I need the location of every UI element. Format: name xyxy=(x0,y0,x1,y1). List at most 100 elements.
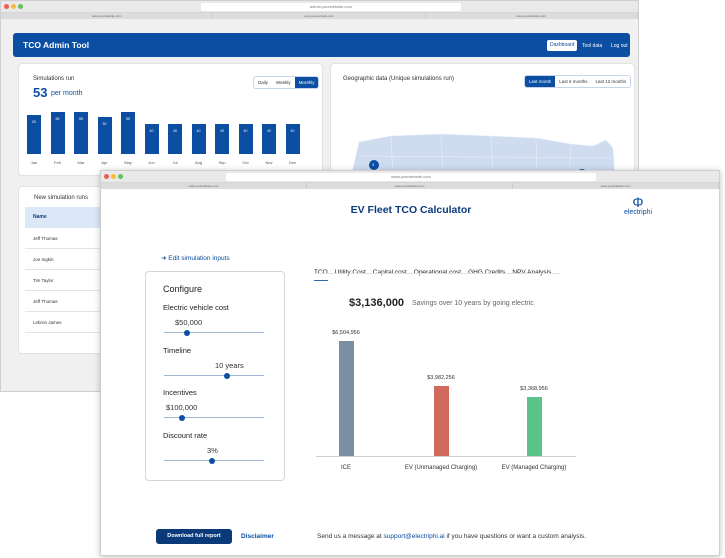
admin-tab-strip: www.yourwebsite.com www.yourwebsite.com … xyxy=(1,13,638,19)
slider-knob[interactable] xyxy=(179,414,185,421)
admin-header: TCO Admin Tool Dashboard Tool data Log o… xyxy=(13,33,630,57)
tab-operational-cost[interactable]: Operational cost xyxy=(414,269,461,280)
savings-amount: $3,136,000 xyxy=(349,297,405,309)
minimize-dot-icon[interactable] xyxy=(11,4,16,9)
simulations-title: Simulations run xyxy=(33,76,75,82)
sim-month-label: Jan xyxy=(30,160,38,165)
simulations-unit: per month xyxy=(51,90,83,97)
chart-baseline xyxy=(316,456,576,457)
tab-tco[interactable]: TCO xyxy=(314,269,328,281)
tco-category-label: EV (Unmanaged Charging) xyxy=(404,465,478,471)
tco-value-label: $6,504,956 xyxy=(332,330,360,337)
tco-bar[interactable] xyxy=(338,341,354,456)
admin-address-bar[interactable]: admin.yourwebsite.com xyxy=(201,3,461,11)
tco-bar[interactable] xyxy=(433,385,449,456)
us-map xyxy=(351,133,616,175)
tab-ghg-credits[interactable]: GHG Credits xyxy=(468,269,505,280)
browser-tab[interactable]: www.yourwebsite.com xyxy=(513,183,719,189)
sim-bar-dec: 40 xyxy=(285,124,300,154)
results-tabs: TCO Utility Cost Capital cost Operational c… xyxy=(314,261,574,281)
field-value-incentives: $100,000 xyxy=(166,403,198,412)
sim-month-label: Apr xyxy=(101,160,108,165)
sim-bar-oct: 40 xyxy=(238,124,253,154)
tab-capital-cost[interactable]: Capital cost xyxy=(373,269,407,280)
browser-tab[interactable]: www.yourwebsite.com xyxy=(1,13,214,19)
logo-text: electriphi xyxy=(623,209,652,216)
tab-utility-cost[interactable]: Utility Cost xyxy=(335,269,366,280)
footer-message: Send us a message at support@electriphi.… xyxy=(317,533,586,540)
close-dot-icon[interactable] xyxy=(104,174,109,179)
sim-bar-apr: 30 xyxy=(97,117,112,154)
slider-discount-rate[interactable] xyxy=(164,457,264,464)
configure-heading: Configure xyxy=(163,284,203,294)
sim-month-label: Jul xyxy=(172,160,178,165)
support-email-link[interactable]: support@electriphi.ai xyxy=(384,533,445,540)
minimize-dot-icon[interactable] xyxy=(111,174,116,179)
toggle-monthly[interactable]: Monthly xyxy=(294,77,319,88)
browser-tab[interactable]: www.yourwebsite.com xyxy=(307,183,513,189)
sim-bar-jun: 40 xyxy=(144,124,159,154)
sim-bar-mar: 55 xyxy=(74,112,88,154)
toggle-daily[interactable]: Daily xyxy=(254,77,272,88)
browser-tab[interactable]: www.yourwebsite.com xyxy=(213,13,426,19)
nav-dashboard-button[interactable]: Dashboard xyxy=(547,40,578,51)
sim-month-label: Feb xyxy=(54,160,61,165)
disclaimer-link[interactable]: Disclaimer xyxy=(241,533,274,540)
phi-logo-icon: Φ xyxy=(632,194,644,210)
field-value-ev-cost: $50,000 xyxy=(175,318,203,327)
slider-timeline[interactable] xyxy=(164,372,264,379)
slider-knob[interactable] xyxy=(184,329,190,336)
simulations-value: 53 xyxy=(33,85,48,100)
electriphi-logo[interactable]: Φ electriphi xyxy=(613,195,663,216)
browser-tab[interactable]: www.yourwebsite.com xyxy=(101,183,307,189)
maximize-dot-icon[interactable] xyxy=(118,174,123,179)
edit-simulation-label: Edit simulation inputs xyxy=(168,255,230,262)
slider-knob[interactable] xyxy=(209,457,215,464)
configure-panel: Configure Electric vehicle cost $50,000 … xyxy=(145,271,285,481)
tco-value-label: $3,368,956 xyxy=(520,385,548,392)
sim-month-label: Nov xyxy=(265,160,273,165)
toggle-weekly[interactable]: Weekly xyxy=(272,77,295,88)
nav-tool-data-link[interactable]: Tool data xyxy=(582,43,602,49)
sim-month-label: Mar xyxy=(77,160,85,165)
sim-month-label: Oct xyxy=(242,160,249,165)
slider-incentives[interactable] xyxy=(164,414,264,421)
sim-bar-may: 55 xyxy=(121,112,135,154)
field-label-incentives: Incentives xyxy=(163,388,197,397)
tco-category-label: ICE xyxy=(340,465,351,471)
calculator-address-bar[interactable]: www.yourwebsite.com xyxy=(226,173,596,181)
new-runs-title: New simulation runs xyxy=(34,195,89,201)
sim-month-label: May xyxy=(124,160,132,165)
sim-bar-nov: 40 xyxy=(262,124,276,154)
download-report-button[interactable]: Download full report xyxy=(156,529,232,544)
slider-ev-cost[interactable] xyxy=(164,329,264,336)
close-dot-icon[interactable] xyxy=(4,4,9,9)
sim-bar-jan: 20 xyxy=(27,115,41,154)
sim-bar-jul: 40 xyxy=(168,124,182,154)
maximize-dot-icon[interactable] xyxy=(18,4,23,9)
geographic-card: Geographic data (Unique simulations run)… xyxy=(330,63,635,176)
footer-text-pre: Send us a message at xyxy=(317,533,384,540)
browser-tab[interactable]: www.yourwebsite.com xyxy=(426,13,638,19)
sim-bar-sep: 40 xyxy=(215,124,229,154)
calculator-window: www.yourwebsite.com www.yourwebsite.com … xyxy=(100,170,720,556)
admin-titlebar: admin.yourwebsite.com xyxy=(1,1,638,13)
map-marker-count: 3 xyxy=(372,162,375,167)
tab-npv-analysis[interactable]: NPV Analysis xyxy=(512,269,551,280)
slider-knob[interactable] xyxy=(224,372,230,379)
simulations-period-toggle: Daily Weekly Monthly xyxy=(253,76,320,89)
field-label-ev-cost: Electric vehicle cost xyxy=(163,303,229,312)
edit-simulation-link[interactable]: ➜ Edit simulation inputs xyxy=(161,254,230,262)
sim-month-label: Dec xyxy=(288,160,297,165)
tco-bar-chart: $6,504,956 $3,982,256 $3,368,956 xyxy=(316,330,576,456)
sim-month-label: Aug xyxy=(194,160,203,165)
field-label-timeline: Timeline xyxy=(163,346,192,355)
field-value-timeline: 10 years xyxy=(215,361,244,370)
app-title: TCO Admin Tool xyxy=(23,40,90,50)
field-label-discount-rate: Discount rate xyxy=(163,431,208,440)
calculator-tab-strip: www.yourwebsite.com www.yourwebsite.com … xyxy=(101,183,719,189)
arrow-circle-right-icon: ➜ xyxy=(161,255,167,262)
savings-text: Savings over 10 years by going electric xyxy=(412,300,534,307)
tco-bar[interactable] xyxy=(526,396,542,456)
nav-logout-link[interactable]: Log out xyxy=(611,43,628,49)
